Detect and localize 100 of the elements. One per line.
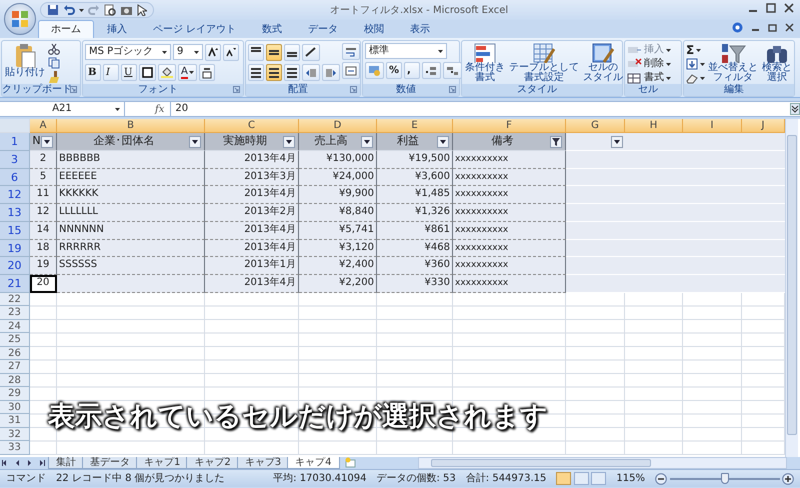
print-preview-icon[interactable] xyxy=(104,4,116,16)
wrap-text-button[interactable] xyxy=(342,43,360,60)
align-bottom-button[interactable] xyxy=(284,44,300,61)
row-header[interactable]: 25 xyxy=(0,333,30,347)
dialog-launcher-icon[interactable] xyxy=(449,86,456,93)
zoom-level[interactable]: 115% xyxy=(616,471,645,486)
number-format-field[interactable]: 標準 xyxy=(365,43,447,59)
cut-icon[interactable] xyxy=(48,43,60,55)
dialog-launcher-icon[interactable] xyxy=(350,86,357,93)
column-header[interactable]: E xyxy=(377,119,453,133)
undo-icon[interactable] xyxy=(63,4,75,16)
close-icon[interactable] xyxy=(784,3,794,13)
filter-applied-button[interactable] xyxy=(550,136,562,148)
ribbon-tab[interactable]: 挿入 xyxy=(94,20,140,38)
column-header[interactable]: B xyxy=(57,119,205,133)
font-color-button[interactable]: A xyxy=(178,64,197,82)
increase-indent-button[interactable] xyxy=(322,64,340,82)
zoom-in-icon[interactable] xyxy=(782,472,794,484)
grow-font-button[interactable] xyxy=(205,44,221,61)
column-header[interactable]: D xyxy=(299,119,377,133)
expand-formula-icon[interactable] xyxy=(790,103,800,115)
row-header[interactable]: 31 xyxy=(0,414,30,428)
decrease-indent-button[interactable] xyxy=(302,64,320,82)
align-top-button[interactable] xyxy=(248,44,264,61)
copy-icon[interactable] xyxy=(48,57,60,69)
save-icon[interactable] xyxy=(47,4,59,16)
filter-dropdown-button[interactable] xyxy=(41,136,53,148)
row-header[interactable]: 21 xyxy=(0,275,30,293)
filter-dropdown-button[interactable] xyxy=(437,136,449,148)
column-header[interactable]: H xyxy=(625,119,683,133)
align-middle-button[interactable] xyxy=(266,44,282,61)
row-header[interactable]: 29 xyxy=(0,387,30,401)
zoom-slider-thumb[interactable] xyxy=(720,472,728,484)
row-header[interactable]: 33 xyxy=(0,441,30,455)
row-header[interactable]: 30 xyxy=(0,400,30,414)
table-cell[interactable]: 20 xyxy=(30,275,57,293)
filter-dropdown-button[interactable] xyxy=(283,136,295,148)
close-icon[interactable] xyxy=(785,23,794,32)
row-header[interactable]: 6 xyxy=(0,168,30,186)
sheet-prev-icon[interactable] xyxy=(14,459,22,467)
bold-button[interactable]: B xyxy=(85,64,101,82)
row-header[interactable]: 13 xyxy=(0,204,30,222)
fill-button[interactable] xyxy=(686,57,705,71)
row-header[interactable]: 12 xyxy=(0,186,30,204)
underline-button[interactable]: U xyxy=(121,64,137,82)
conditional-format-button[interactable]: 条件付き 書式 xyxy=(464,43,506,82)
dialog-launcher-icon[interactable] xyxy=(233,86,240,93)
decrease-decimal-button[interactable] xyxy=(443,62,462,79)
align-right-button[interactable] xyxy=(284,64,300,82)
sheet-tab[interactable]: キャプ3 xyxy=(236,457,290,469)
phonetic-button[interactable] xyxy=(198,64,215,82)
maximize-icon[interactable] xyxy=(766,3,776,13)
sheet-tab[interactable]: 基データ xyxy=(82,457,138,469)
sheet-last-icon[interactable] xyxy=(38,459,46,467)
function-button[interactable]: fx xyxy=(155,102,164,116)
paste-button[interactable]: 貼り付け xyxy=(4,43,46,82)
row-header[interactable]: 15 xyxy=(0,222,30,240)
merge-center-button[interactable] xyxy=(342,62,360,79)
sheet-tab[interactable]: キャプ2 xyxy=(186,457,239,469)
row-header[interactable]: 1 xyxy=(0,133,30,151)
cell-styles-button[interactable]: セルの スタイル xyxy=(582,43,624,82)
align-left-button[interactable] xyxy=(248,64,264,82)
sheet-next-icon[interactable] xyxy=(26,459,34,467)
vertical-scrollbar[interactable] xyxy=(785,119,798,457)
ribbon-tab[interactable]: ホーム xyxy=(38,20,94,38)
column-header[interactable]: C xyxy=(205,119,299,133)
restore-icon[interactable] xyxy=(768,23,777,32)
ribbon-tab[interactable]: データ xyxy=(295,20,352,38)
row-header[interactable]: 20 xyxy=(0,257,30,275)
pointer-icon[interactable] xyxy=(137,4,147,16)
shrink-font-button[interactable] xyxy=(223,44,239,61)
column-header[interactable]: G xyxy=(566,119,625,133)
column-header[interactable]: F xyxy=(453,119,566,133)
sheet-tab[interactable]: キャプ1 xyxy=(136,457,188,469)
zoom-out-icon[interactable] xyxy=(655,472,667,484)
row-header[interactable]: 27 xyxy=(0,360,30,374)
row-header[interactable]: 26 xyxy=(0,346,30,360)
ribbon-tab[interactable]: 校閲 xyxy=(351,20,398,38)
format-painter-icon[interactable] xyxy=(48,71,60,83)
help-icon[interactable] xyxy=(732,22,743,33)
row-header[interactable]: 22 xyxy=(0,292,30,306)
sort-filter-button[interactable]: 並べ替えと フィルタ xyxy=(707,43,759,82)
column-header[interactable]: I xyxy=(683,119,742,133)
row-header[interactable]: 23 xyxy=(0,306,30,320)
number-style-button[interactable]: % xyxy=(386,62,402,79)
orientation-button[interactable] xyxy=(302,44,320,61)
horizontal-scrollbar[interactable] xyxy=(418,457,787,469)
row-header[interactable]: 32 xyxy=(0,428,30,442)
sheet-tab[interactable]: 集計 xyxy=(48,457,84,469)
row-header[interactable]: 28 xyxy=(0,374,30,388)
increase-decimal-button[interactable] xyxy=(422,62,442,79)
row-header[interactable]: 19 xyxy=(0,240,30,258)
ribbon-tab[interactable]: 表示 xyxy=(397,20,444,38)
font-name-field[interactable]: MS Pゴシック xyxy=(85,44,171,60)
align-center-button[interactable] xyxy=(266,64,282,82)
fill-color-button[interactable] xyxy=(158,64,176,82)
camera-icon[interactable] xyxy=(120,4,133,16)
format-as-table-button[interactable]: テーブルとして 書式設定 xyxy=(508,43,580,82)
office-button[interactable] xyxy=(4,3,36,35)
delete-cells-button[interactable]: 削除 xyxy=(627,57,671,71)
